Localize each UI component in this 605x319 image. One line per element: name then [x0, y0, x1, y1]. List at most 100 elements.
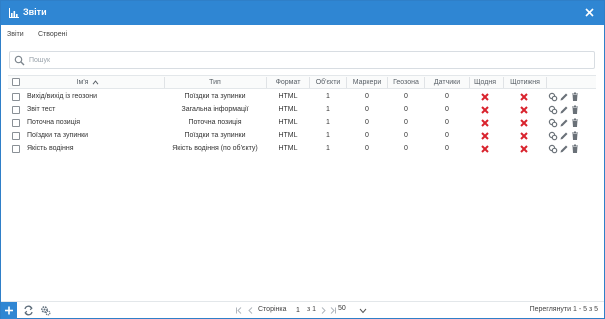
- row-actions: [548, 118, 582, 128]
- edit-icon[interactable]: [559, 118, 569, 128]
- first-page-icon[interactable]: [235, 306, 244, 315]
- cell-geozone: 0: [404, 93, 408, 100]
- cell-sensors: 0: [445, 106, 449, 113]
- refresh-icon[interactable]: [23, 305, 34, 316]
- cell-sensors: 0: [445, 93, 449, 100]
- delete-icon[interactable]: [570, 118, 580, 128]
- select-all-checkbox[interactable]: [12, 78, 20, 86]
- delete-icon[interactable]: [570, 131, 580, 141]
- cell-name: Вихід/вихід із геозони: [27, 93, 97, 100]
- cell-type: Якість водіння (по об'єкту): [172, 145, 258, 152]
- column-header-objects[interactable]: Об'єкти: [310, 79, 346, 86]
- column-header-format[interactable]: Формат: [267, 79, 309, 86]
- cell-geozone: 0: [404, 119, 408, 126]
- next-page-icon[interactable]: [319, 306, 328, 315]
- column-header-markers[interactable]: Маркери: [347, 79, 387, 86]
- row-checkbox[interactable]: [12, 106, 20, 114]
- table-row[interactable]: Якість водіння Якість водіння (по об'єкту…: [8, 143, 596, 156]
- add-report-button[interactable]: [1, 302, 17, 319]
- cell-name: Звіт тест: [27, 106, 56, 113]
- column-header-geozone[interactable]: Геозона: [388, 79, 424, 86]
- window-title: Звіти: [23, 7, 47, 17]
- row-actions: [548, 92, 582, 102]
- cell-geozone: 0: [404, 106, 408, 113]
- edit-icon[interactable]: [559, 92, 569, 102]
- chart-icon: [9, 8, 19, 18]
- daily-disabled-icon: [481, 93, 489, 101]
- page-number-input[interactable]: [291, 305, 305, 316]
- cell-objects: 1: [326, 106, 330, 113]
- table-header: Ім'я Тип Формат Об'єкти Маркери Геозона …: [8, 75, 596, 89]
- close-icon[interactable]: [583, 6, 596, 19]
- weekly-disabled-icon: [520, 119, 528, 127]
- edit-icon[interactable]: [559, 131, 569, 141]
- page-label: Сторінка: [258, 306, 287, 313]
- delete-icon[interactable]: [570, 144, 580, 154]
- table-row[interactable]: Поточна позиція Поточна позиція HTML 1 0 0 0: [8, 117, 596, 130]
- cell-objects: 1: [326, 132, 330, 139]
- tab-bar: Звіти Створені: [1, 27, 604, 43]
- previous-page-icon[interactable]: [246, 306, 255, 315]
- cell-objects: 1: [326, 93, 330, 100]
- cell-format: HTML: [278, 106, 298, 113]
- duplicate-icon[interactable]: [548, 105, 558, 115]
- weekly-disabled-icon: [520, 106, 528, 114]
- cell-type: Поточна позиція: [188, 119, 242, 126]
- cell-markers: 0: [365, 93, 369, 100]
- cell-name: Поточна позиція: [27, 119, 81, 126]
- search-box: [9, 51, 595, 69]
- cell-markers: 0: [365, 119, 369, 126]
- column-header-type[interactable]: Тип: [165, 79, 265, 86]
- row-checkbox[interactable]: [12, 132, 20, 140]
- cell-type: Поїздки та зупинки: [184, 93, 246, 100]
- row-actions: [548, 131, 582, 141]
- edit-icon[interactable]: [559, 144, 569, 154]
- weekly-disabled-icon: [520, 145, 528, 153]
- daily-disabled-icon: [481, 106, 489, 114]
- settings-icon[interactable]: [40, 305, 51, 316]
- cell-format: HTML: [278, 119, 298, 126]
- search-icon: [14, 55, 25, 66]
- cell-format: HTML: [278, 93, 298, 100]
- cell-type: Поїздки та зупинки: [184, 132, 246, 139]
- column-header-name[interactable]: Ім'я: [48, 79, 128, 86]
- duplicate-icon[interactable]: [548, 118, 558, 128]
- search-input[interactable]: [29, 54, 584, 67]
- cell-markers: 0: [365, 132, 369, 139]
- cell-format: HTML: [278, 132, 298, 139]
- table-row[interactable]: Звіт тест Загальна інформації HTML 1 0 0 0: [8, 104, 596, 117]
- cell-sensors: 0: [445, 145, 449, 152]
- tab-reports[interactable]: Звіти: [7, 31, 24, 38]
- duplicate-icon[interactable]: [548, 144, 558, 154]
- weekly-disabled-icon: [520, 132, 528, 140]
- page-size-value: 50: [338, 305, 346, 312]
- last-page-icon[interactable]: [328, 306, 337, 315]
- duplicate-icon[interactable]: [548, 92, 558, 102]
- chevron-down-icon: [359, 308, 367, 314]
- table-footer: Сторінка з 1 50 Переглянути 1 - 5 з 5: [1, 301, 604, 319]
- duplicate-icon[interactable]: [548, 131, 558, 141]
- records-summary: Переглянути 1 - 5 з 5: [529, 306, 598, 313]
- row-checkbox[interactable]: [12, 119, 20, 127]
- cell-sensors: 0: [445, 119, 449, 126]
- cell-type: Загальна інформації: [181, 106, 249, 113]
- table-row[interactable]: Вихід/вихід із геозони Поїздки та зупинки…: [8, 91, 596, 104]
- column-header-daily[interactable]: Щодня: [470, 79, 500, 86]
- column-divider: [546, 77, 547, 88]
- delete-icon[interactable]: [570, 92, 580, 102]
- daily-disabled-icon: [481, 119, 489, 127]
- page-size-select[interactable]: 50: [338, 305, 370, 316]
- delete-icon[interactable]: [570, 105, 580, 115]
- edit-icon[interactable]: [559, 105, 569, 115]
- column-header-sensors[interactable]: Датчики: [425, 79, 469, 86]
- reports-window: Звіти Звіти Створені Ім'я Тип Формат О: [0, 0, 605, 319]
- tab-created[interactable]: Створені: [38, 31, 67, 38]
- row-checkbox[interactable]: [12, 145, 20, 153]
- column-header-weekly[interactable]: Щотижня: [504, 79, 546, 86]
- cell-markers: 0: [365, 145, 369, 152]
- cell-objects: 1: [326, 145, 330, 152]
- table-row[interactable]: Поїздки та зупинки Поїздки та зупинки HTML…: [8, 130, 596, 143]
- row-checkbox[interactable]: [12, 93, 20, 101]
- cell-objects: 1: [326, 119, 330, 126]
- daily-disabled-icon: [481, 132, 489, 140]
